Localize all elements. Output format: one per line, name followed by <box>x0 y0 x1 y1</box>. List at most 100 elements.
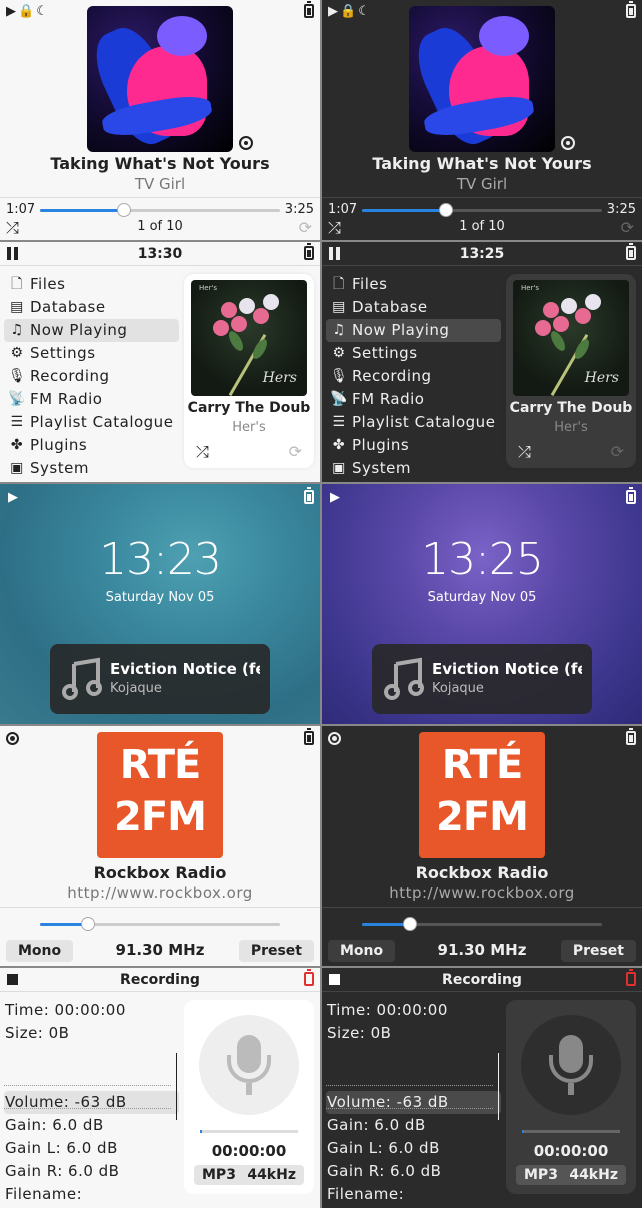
lock-clock: 13:23 <box>99 534 222 585</box>
record-timer: 00:00:00 <box>211 1142 287 1160</box>
lock-now-playing-card[interactable]: Eviction Notice (fea Kojaque <box>372 644 592 714</box>
rec-gain[interactable]: Gain: 6.0 dB <box>326 1114 501 1137</box>
rec-gain-right[interactable]: Gain R: 6.0 dB <box>4 1160 179 1183</box>
lock-track-title: Eviction Notice (fea <box>432 660 582 678</box>
menu-item-recording[interactable]: 🎙 Recording <box>326 365 501 388</box>
card-artist: Her's <box>554 420 588 435</box>
seek-fill <box>40 209 124 212</box>
menu-label: Settings <box>352 344 418 362</box>
radio-screen-light: RTÉ 2FM Rockbox Radio http://www.rockbox… <box>0 726 320 966</box>
seek-bar[interactable] <box>40 203 280 217</box>
menu-item-fm-radio[interactable]: 📡 FM Radio <box>326 388 501 411</box>
menu-label: FM Radio <box>352 390 425 408</box>
battery-icon <box>304 969 314 990</box>
lock-screen-teal: ▶ 13:23 Saturday Nov 05 Eviction Notice … <box>0 484 320 724</box>
shuffle-icon[interactable]: ⤮ <box>196 442 209 462</box>
repeat-icon[interactable]: ⟳ <box>289 442 302 461</box>
database-icon: ▤ <box>10 299 24 315</box>
shuffle-icon[interactable]: ⤮ <box>518 442 531 462</box>
rec-filename[interactable]: Filename: <box>4 1183 179 1206</box>
battery-icon <box>304 1 314 22</box>
mic-icon: 🎙 <box>330 368 349 384</box>
menu-item-settings[interactable]: ⚙ Settings <box>326 342 501 365</box>
now-playing-screen-light: ▶🔒☾ Taking What's Not Yours TV Girl 1:07… <box>0 0 320 240</box>
preset-button[interactable]: Preset <box>238 940 314 962</box>
station-title: Rockbox Radio <box>415 863 549 882</box>
file-icon: 🗋 <box>11 276 23 292</box>
now-playing-card[interactable]: Her's Hers Carry The Doub Her's ⤮ ⟳ <box>506 274 636 468</box>
rec-volume[interactable]: Volume: -63 dB <box>326 1091 501 1114</box>
rec-size: Size: 0B <box>5 1024 70 1042</box>
signal-slider[interactable] <box>40 917 280 931</box>
rec-filename[interactable]: Filename: <box>326 1183 501 1206</box>
main-menu-light: 13:30 🗋 Files ▤ Database ♫ Now Playing ⚙ Set… <box>0 242 320 482</box>
repeat-icon[interactable]: ⟳ <box>299 218 312 237</box>
clock: 13:30 <box>137 246 183 262</box>
track-artist: TV Girl <box>134 175 186 193</box>
record-timer: 00:00:00 <box>533 1142 609 1160</box>
menu-item-plugins[interactable]: ✤ Plugins <box>326 434 501 457</box>
album-art[interactable] <box>409 6 555 152</box>
rate-badge: 44kHz <box>561 1165 626 1185</box>
menu-item-system[interactable]: ▣ System <box>4 457 179 480</box>
station-title: Rockbox Radio <box>93 863 227 882</box>
menu-item-plugins[interactable]: ✤ Plugins <box>4 434 179 457</box>
rec-gain[interactable]: Gain: 6.0 dB <box>4 1114 179 1137</box>
menu-item-now-playing[interactable]: ♫ Now Playing <box>326 319 501 342</box>
lock-now-playing-card[interactable]: Eviction Notice (fea Kojaque <box>50 644 270 714</box>
menu-item-fm-radio[interactable]: 📡 FM Radio <box>4 388 179 411</box>
lock-icon: 🔒 <box>340 4 359 19</box>
database-icon: ▤ <box>332 299 346 315</box>
signal-slider[interactable] <box>362 917 602 931</box>
card-title: Carry The Doub <box>187 400 311 416</box>
menu-item-playlist-catalogue[interactable]: ☰ Playlist Catalogue <box>326 411 501 434</box>
rec-volume[interactable]: Volume: -63 dB <box>4 1091 179 1114</box>
playlist-icon: ☰ <box>10 414 24 430</box>
playlist-position: 1 of 10 <box>459 219 505 234</box>
menu-label: Recording <box>30 367 110 385</box>
target-icon[interactable] <box>561 136 575 150</box>
now-playing-card[interactable]: Her's Hers Carry The Doub Her's ⤮ ⟳ <box>184 274 314 468</box>
station-url: http://www.rockbox.org <box>389 884 575 902</box>
menu-item-database[interactable]: ▤ Database <box>4 296 179 319</box>
gear-icon: ⚙ <box>10 345 24 361</box>
card-artist: Her's <box>232 420 266 435</box>
target-icon[interactable] <box>239 136 253 150</box>
seek-knob[interactable] <box>117 203 131 217</box>
album-art: Her's Hers <box>191 280 307 396</box>
music-note-icon <box>62 657 102 700</box>
radio-icon <box>328 732 341 745</box>
rec-gain-left[interactable]: Gain L: 6.0 dB <box>4 1137 179 1160</box>
seek-bar[interactable] <box>362 203 602 217</box>
level-meter-space <box>326 1068 501 1120</box>
menu-item-system[interactable]: ▣ System <box>326 457 501 480</box>
level-meter-space <box>4 1068 179 1120</box>
album-art[interactable] <box>87 6 233 152</box>
main-menu-dark: 13:25 🗋 Files ▤ Database ♫ Now Playing ⚙ Set… <box>322 242 642 482</box>
repeat-icon[interactable]: ⟳ <box>611 442 624 461</box>
menu-label: System <box>352 459 411 477</box>
now-playing-screen-dark: ▶🔒☾ Taking What's Not Yours TV Girl 1:07… <box>322 0 642 240</box>
menu-item-playlist-catalogue[interactable]: ☰ Playlist Catalogue <box>4 411 179 434</box>
menu-item-recording[interactable]: 🎙 Recording <box>4 365 179 388</box>
rec-gain-right[interactable]: Gain R: 6.0 dB <box>326 1160 501 1183</box>
mic-icon[interactable] <box>199 1015 299 1115</box>
preset-button[interactable]: Preset <box>560 940 636 962</box>
repeat-icon[interactable]: ⟳ <box>621 218 634 237</box>
format-badge: MP3 <box>516 1165 566 1185</box>
signal-knob[interactable] <box>81 917 95 931</box>
antenna-icon: 📡 <box>8 391 26 407</box>
menu-item-files[interactable]: 🗋 Files <box>326 273 501 296</box>
signal-knob[interactable] <box>403 917 417 931</box>
menu-item-now-playing[interactable]: ♫ Now Playing <box>4 319 179 342</box>
mic-icon[interactable] <box>521 1015 621 1115</box>
menu-item-settings[interactable]: ⚙ Settings <box>4 342 179 365</box>
menu-item-database[interactable]: ▤ Database <box>326 296 501 319</box>
menu-label: Playlist Catalogue <box>30 413 174 431</box>
logo-text: RTÉ <box>119 742 202 788</box>
recorder-card[interactable]: 00:00:00 MP3 44kHz <box>184 1000 314 1194</box>
recorder-card[interactable]: 00:00:00 MP3 44kHz <box>506 1000 636 1194</box>
menu-item-files[interactable]: 🗋 Files <box>4 273 179 296</box>
seek-knob[interactable] <box>439 203 453 217</box>
rec-gain-left[interactable]: Gain L: 6.0 dB <box>326 1137 501 1160</box>
